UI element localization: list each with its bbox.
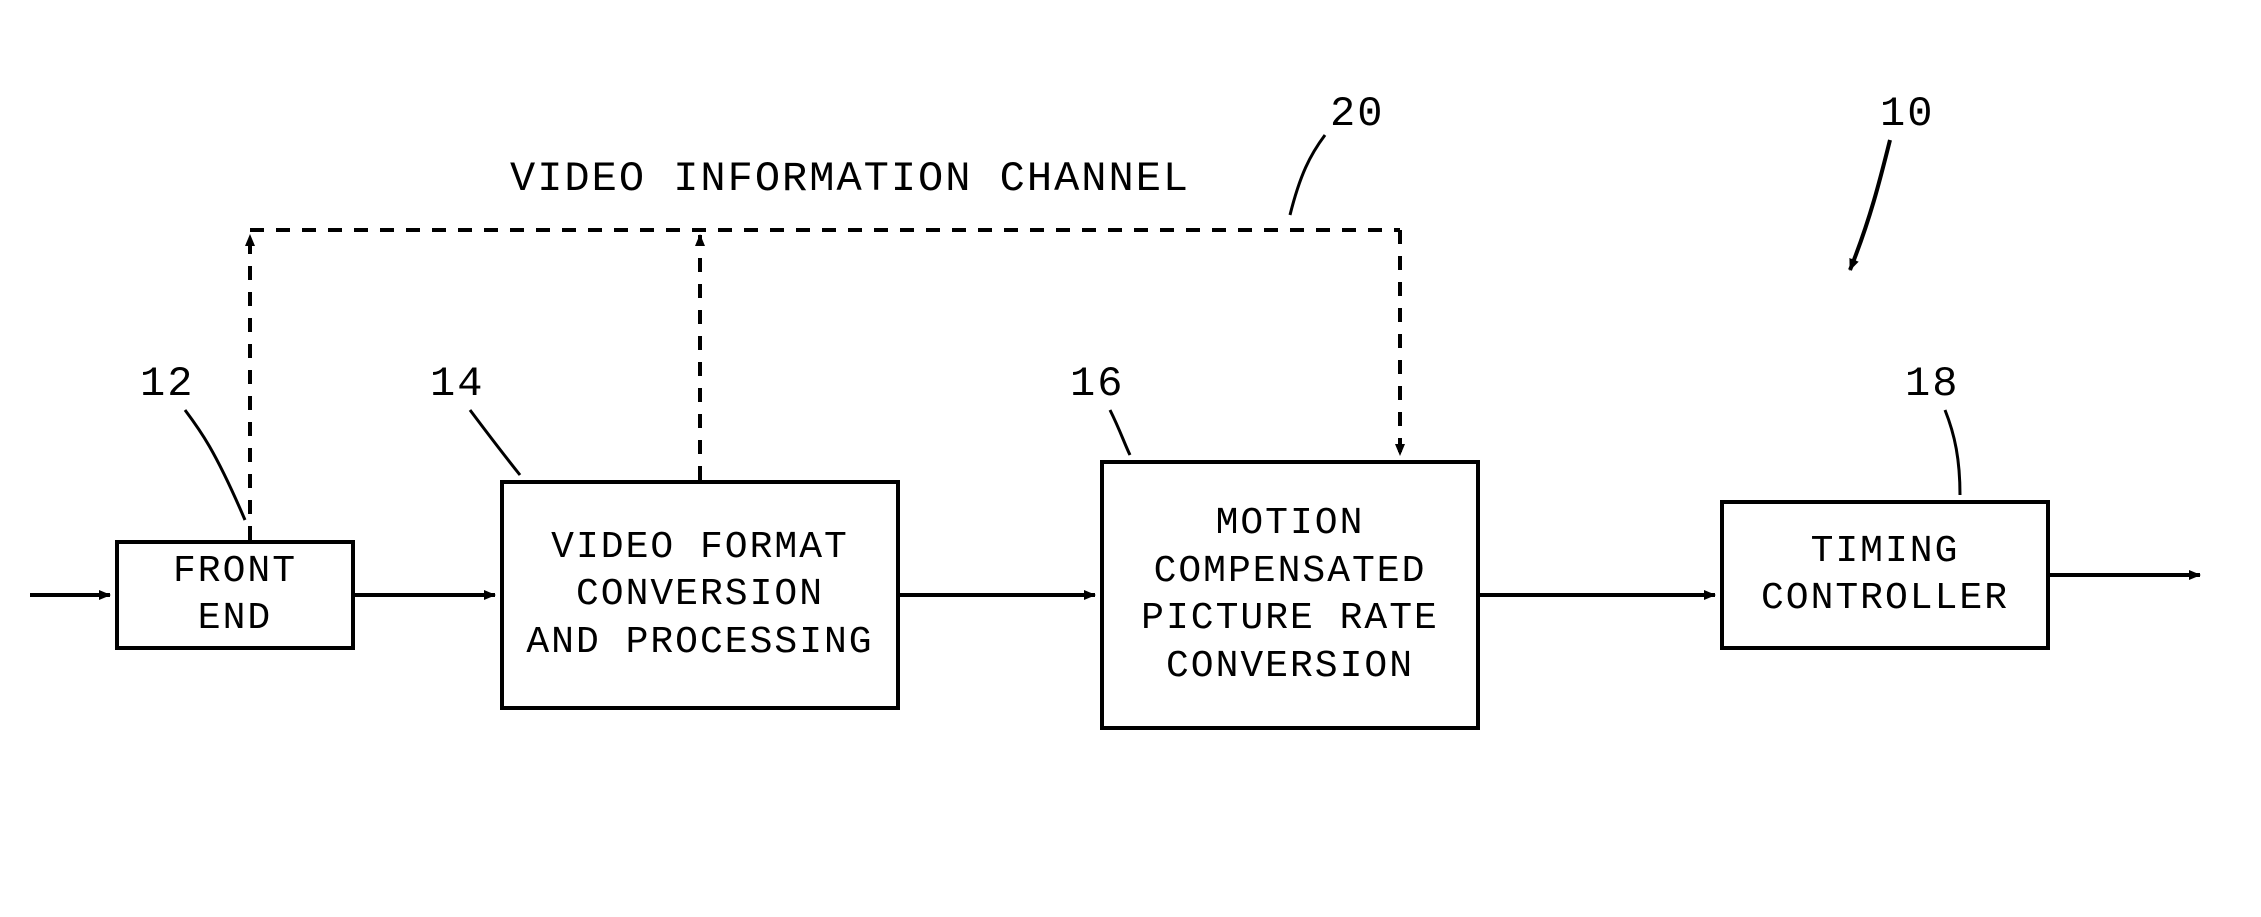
diagram-canvas: FRONT END VIDEO FORMAT CONVERSION AND PR… [0, 0, 2261, 917]
ref-label-20: 20 [1330, 90, 1384, 138]
block-vfc-label: VIDEO FORMAT CONVERSION AND PROCESSING [526, 524, 873, 667]
leader-10 [1850, 140, 1890, 270]
block-timing-controller: TIMING CONTROLLER [1720, 500, 2050, 650]
leader-14 [470, 410, 520, 475]
block-timing-label: TIMING CONTROLLER [1761, 528, 2009, 623]
block-front-end-label: FRONT END [139, 548, 331, 643]
block-front-end: FRONT END [115, 540, 355, 650]
block-mcprc-label: MOTION COMPENSATED PICTURE RATE CONVERSI… [1141, 500, 1439, 690]
leader-18 [1945, 410, 1960, 495]
leader-20 [1290, 135, 1325, 215]
channel-label: VIDEO INFORMATION CHANNEL [510, 155, 1190, 203]
leader-12 [185, 410, 245, 520]
ref-label-16: 16 [1070, 360, 1124, 408]
leader-16 [1110, 410, 1130, 455]
block-motion-compensated: MOTION COMPENSATED PICTURE RATE CONVERSI… [1100, 460, 1480, 730]
ref-label-18: 18 [1905, 360, 1959, 408]
ref-label-14: 14 [430, 360, 484, 408]
ref-label-10: 10 [1880, 90, 1934, 138]
ref-label-12: 12 [140, 360, 194, 408]
block-video-format-conversion: VIDEO FORMAT CONVERSION AND PROCESSING [500, 480, 900, 710]
